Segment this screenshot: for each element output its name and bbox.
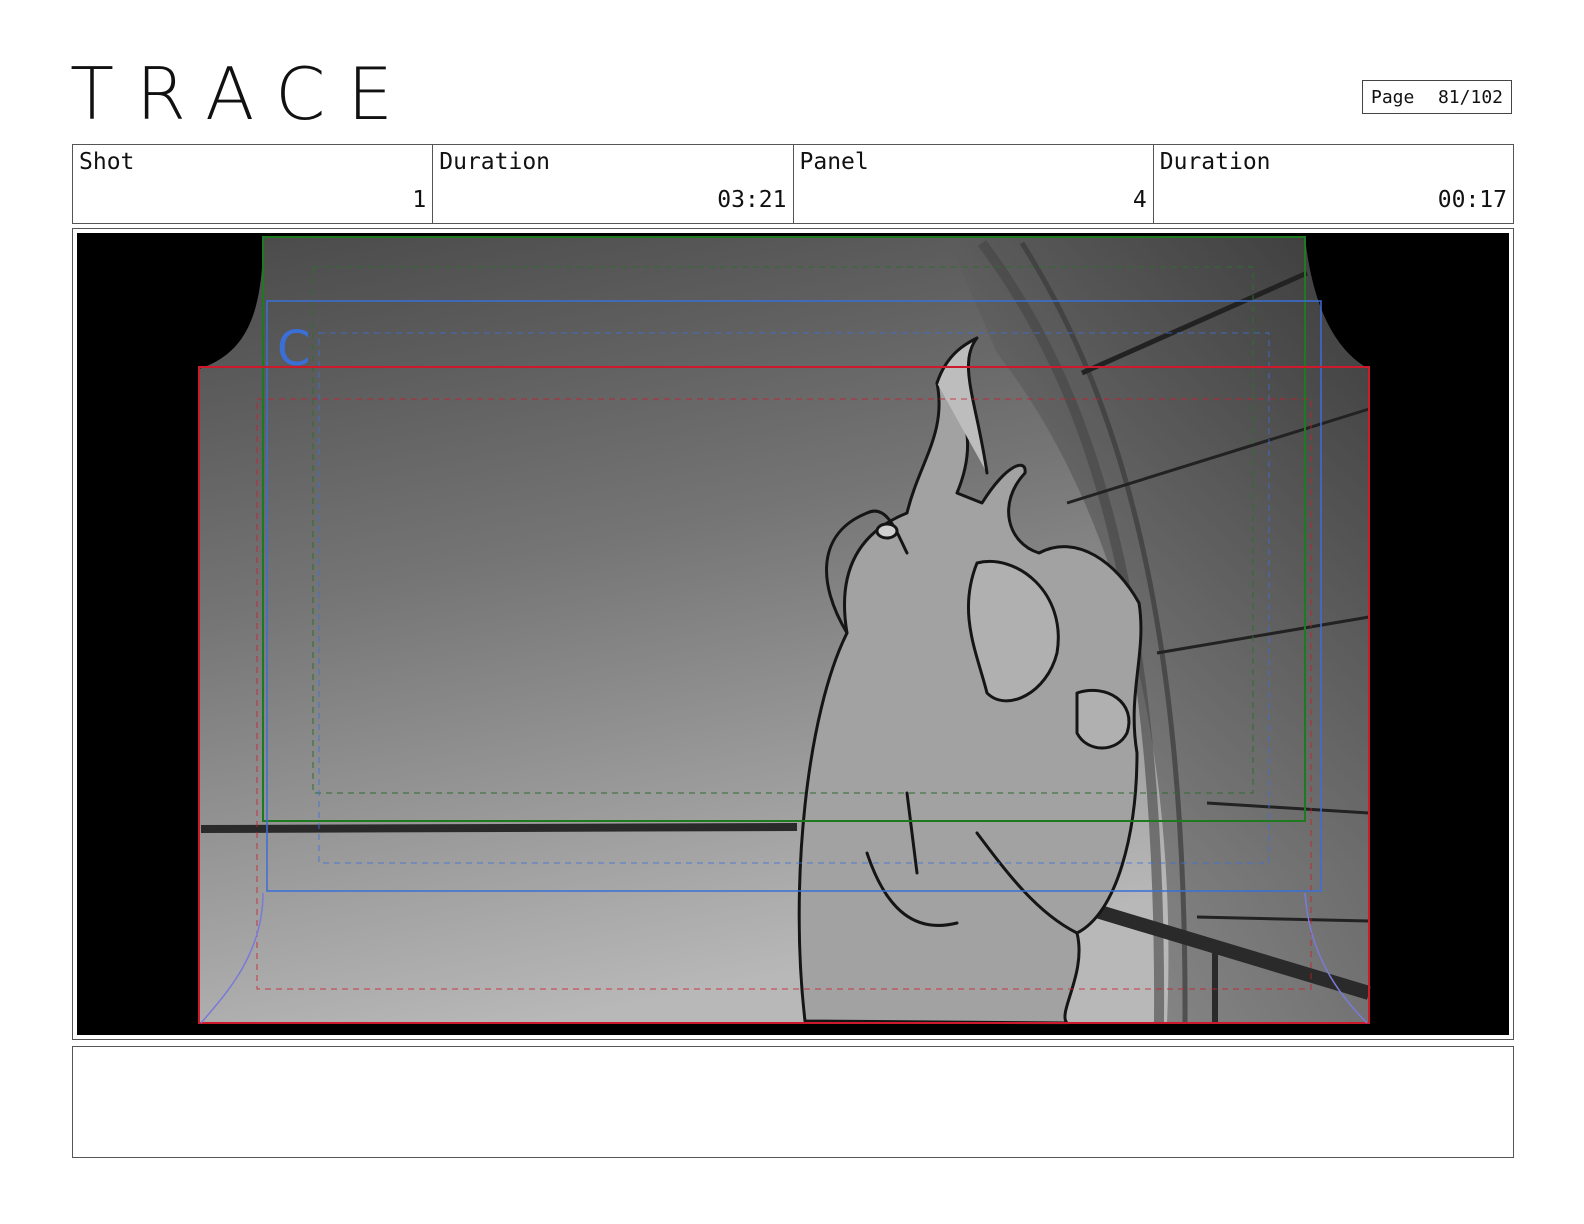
- shot-info-table: Shot 1 Duration 03:21 Panel 4 Duration 0…: [72, 144, 1514, 224]
- page-indicator: Page 81/102: [1362, 80, 1512, 114]
- storyboard-sketch: C: [77, 233, 1509, 1035]
- page-number: 81/102: [1437, 86, 1503, 108]
- panel-value: 4: [1132, 187, 1147, 213]
- storyboard-image: C: [77, 233, 1509, 1035]
- panel-cell: Panel 4: [794, 145, 1154, 223]
- notes-box: [72, 1046, 1514, 1158]
- shot-label: Shot: [79, 149, 135, 175]
- page-label: Page: [1371, 86, 1415, 108]
- storyboard-frame: C: [72, 228, 1514, 1040]
- panel-duration-label: Duration: [1159, 149, 1271, 175]
- shot-duration-label: Duration: [439, 149, 551, 175]
- shot-value: 1: [412, 187, 427, 213]
- panel-duration-value: 00:17: [1437, 187, 1507, 213]
- panel-label: Panel: [799, 149, 869, 175]
- shot-cell: Shot 1: [73, 145, 434, 223]
- camera-marker: C: [277, 321, 311, 377]
- railing-top: [200, 823, 798, 833]
- trace-logo: TRACE: [70, 52, 415, 136]
- shot-duration-value: 03:21: [717, 187, 787, 213]
- panel-duration-cell: Duration 00:17: [1154, 145, 1513, 223]
- shot-duration-cell: Duration 03:21: [433, 145, 794, 223]
- character-eye: [875, 522, 899, 540]
